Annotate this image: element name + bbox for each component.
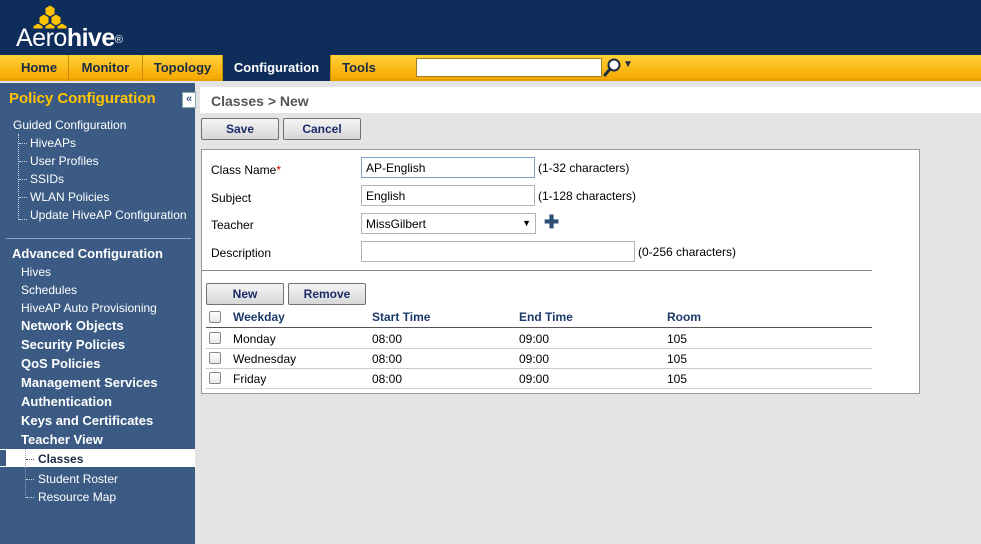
chevron-down-icon: ▼	[522, 218, 531, 228]
cell-end-time: 09:00	[519, 352, 550, 366]
cell-weekday: Friday	[233, 372, 267, 386]
breadcrumb: Classes > New	[211, 93, 309, 109]
tab-configuration[interactable]: Configuration	[223, 55, 331, 81]
row-divider	[206, 368, 872, 369]
sidebar-item-advanced-configuration[interactable]: Advanced Configuration	[12, 246, 163, 261]
sidebar-item-classes[interactable]: Classes	[38, 452, 83, 466]
teacher-select-value: MissGilbert	[366, 217, 427, 231]
brand-name-light: Aero	[16, 24, 67, 52]
column-header-end-time[interactable]: End Time	[519, 310, 573, 324]
sidebar-item-network-objects[interactable]: Network Objects	[21, 318, 124, 333]
select-all-checkbox[interactable]	[209, 311, 221, 323]
teacher-select[interactable]: MissGilbert ▼	[361, 213, 536, 234]
cell-room: 105	[667, 372, 688, 386]
sidebar-item-resource-map[interactable]: Resource Map	[38, 490, 116, 504]
cell-end-time: 09:00	[519, 372, 550, 386]
row-divider	[206, 388, 872, 389]
column-header-room[interactable]: Room	[667, 310, 701, 324]
tree-line	[18, 134, 19, 220]
cell-room: 105	[667, 332, 688, 346]
class-form-panel	[201, 149, 920, 394]
main-nav: Home Monitor Topology Configuration Tool…	[0, 55, 981, 81]
tab-monitor[interactable]: Monitor	[69, 55, 143, 81]
description-label: Description	[211, 246, 272, 260]
sidebar-active-marker	[0, 450, 6, 466]
sidebar-item-guided-configuration[interactable]: Guided Configuration	[13, 118, 126, 132]
save-button[interactable]: Save	[201, 118, 279, 140]
collapse-sidebar-icon[interactable]: «	[182, 92, 196, 108]
table-header-divider	[206, 327, 872, 328]
remove-schedule-button[interactable]: Remove	[288, 283, 366, 305]
sidebar-item-hives[interactable]: Hives	[21, 265, 51, 279]
cell-start-time: 08:00	[372, 352, 403, 366]
tree-line	[25, 449, 26, 498]
column-header-start-time[interactable]: Start Time	[372, 310, 430, 324]
sidebar-item-user-profiles[interactable]: User Profiles	[30, 154, 99, 168]
subject-hint: (1-128 characters)	[538, 189, 637, 203]
search-icon[interactable]	[603, 57, 623, 77]
class-name-label: Class Name*	[211, 163, 281, 177]
cell-start-time: 08:00	[372, 372, 403, 386]
search-options-icon[interactable]: ▼	[623, 59, 633, 70]
sidebar-item-schedules[interactable]: Schedules	[21, 283, 77, 297]
new-schedule-button[interactable]: New	[206, 283, 284, 305]
sidebar-item-qos-policies[interactable]: QoS Policies	[21, 356, 100, 371]
sidebar: Policy Configuration « Guided Configurat…	[0, 83, 196, 544]
sidebar-item-update-hiveap-configuration[interactable]: Update HiveAP Configuration	[30, 208, 187, 222]
subject-input[interactable]	[361, 185, 535, 206]
row-checkbox[interactable]	[209, 372, 221, 384]
row-divider	[206, 348, 872, 349]
tab-topology[interactable]: Topology	[143, 55, 223, 81]
class-name-label-text: Class Name	[211, 163, 277, 177]
teacher-label: Teacher	[211, 218, 254, 232]
registered-mark: ®	[114, 34, 123, 46]
search-input[interactable]	[416, 58, 602, 77]
sidebar-item-hiveaps[interactable]: HiveAPs	[30, 136, 76, 150]
sidebar-item-hiveap-auto-provisioning[interactable]: HiveAP Auto Provisioning	[21, 301, 157, 315]
required-mark: *	[276, 163, 282, 177]
sidebar-item-authentication[interactable]: Authentication	[21, 394, 112, 409]
cell-end-time: 09:00	[519, 332, 550, 346]
sidebar-item-student-roster[interactable]: Student Roster	[38, 472, 118, 486]
cell-room: 105	[667, 352, 688, 366]
sidebar-item-security-policies[interactable]: Security Policies	[21, 337, 125, 352]
cell-weekday: Wednesday	[233, 352, 297, 366]
cell-start-time: 08:00	[372, 332, 403, 346]
brand-name-bold: hive	[66, 24, 116, 52]
description-input[interactable]	[361, 241, 635, 262]
sidebar-item-teacher-view[interactable]: Teacher View	[21, 432, 103, 447]
sidebar-active-highlight	[0, 449, 195, 467]
description-hint: (0-256 characters)	[638, 245, 737, 259]
sidebar-item-wlan-policies[interactable]: WLAN Policies	[30, 190, 109, 204]
cell-weekday: Monday	[233, 332, 276, 346]
sidebar-item-ssids[interactable]: SSIDs	[30, 172, 64, 186]
class-name-hint: (1-32 characters)	[538, 161, 630, 175]
app-header: Aerohive®	[0, 0, 981, 55]
sidebar-divider	[6, 238, 191, 239]
row-checkbox[interactable]	[209, 352, 221, 364]
sidebar-item-keys-and-certificates[interactable]: Keys and Certificates	[21, 413, 153, 428]
tab-tools[interactable]: Tools	[331, 55, 387, 81]
form-divider	[202, 270, 872, 271]
sidebar-title: Policy Configuration	[9, 90, 156, 107]
column-header-weekday[interactable]: Weekday	[233, 310, 285, 324]
tab-home[interactable]: Home	[10, 55, 69, 81]
sidebar-item-management-services[interactable]: Management Services	[21, 375, 158, 390]
add-teacher-icon[interactable]: ✚	[544, 213, 559, 231]
subject-label: Subject	[211, 191, 252, 205]
cancel-button[interactable]: Cancel	[283, 118, 361, 140]
class-name-input[interactable]	[361, 157, 535, 178]
brand-wordmark: Aerohive®	[16, 24, 123, 52]
row-checkbox[interactable]	[209, 332, 221, 344]
page-title-bar	[200, 87, 981, 113]
